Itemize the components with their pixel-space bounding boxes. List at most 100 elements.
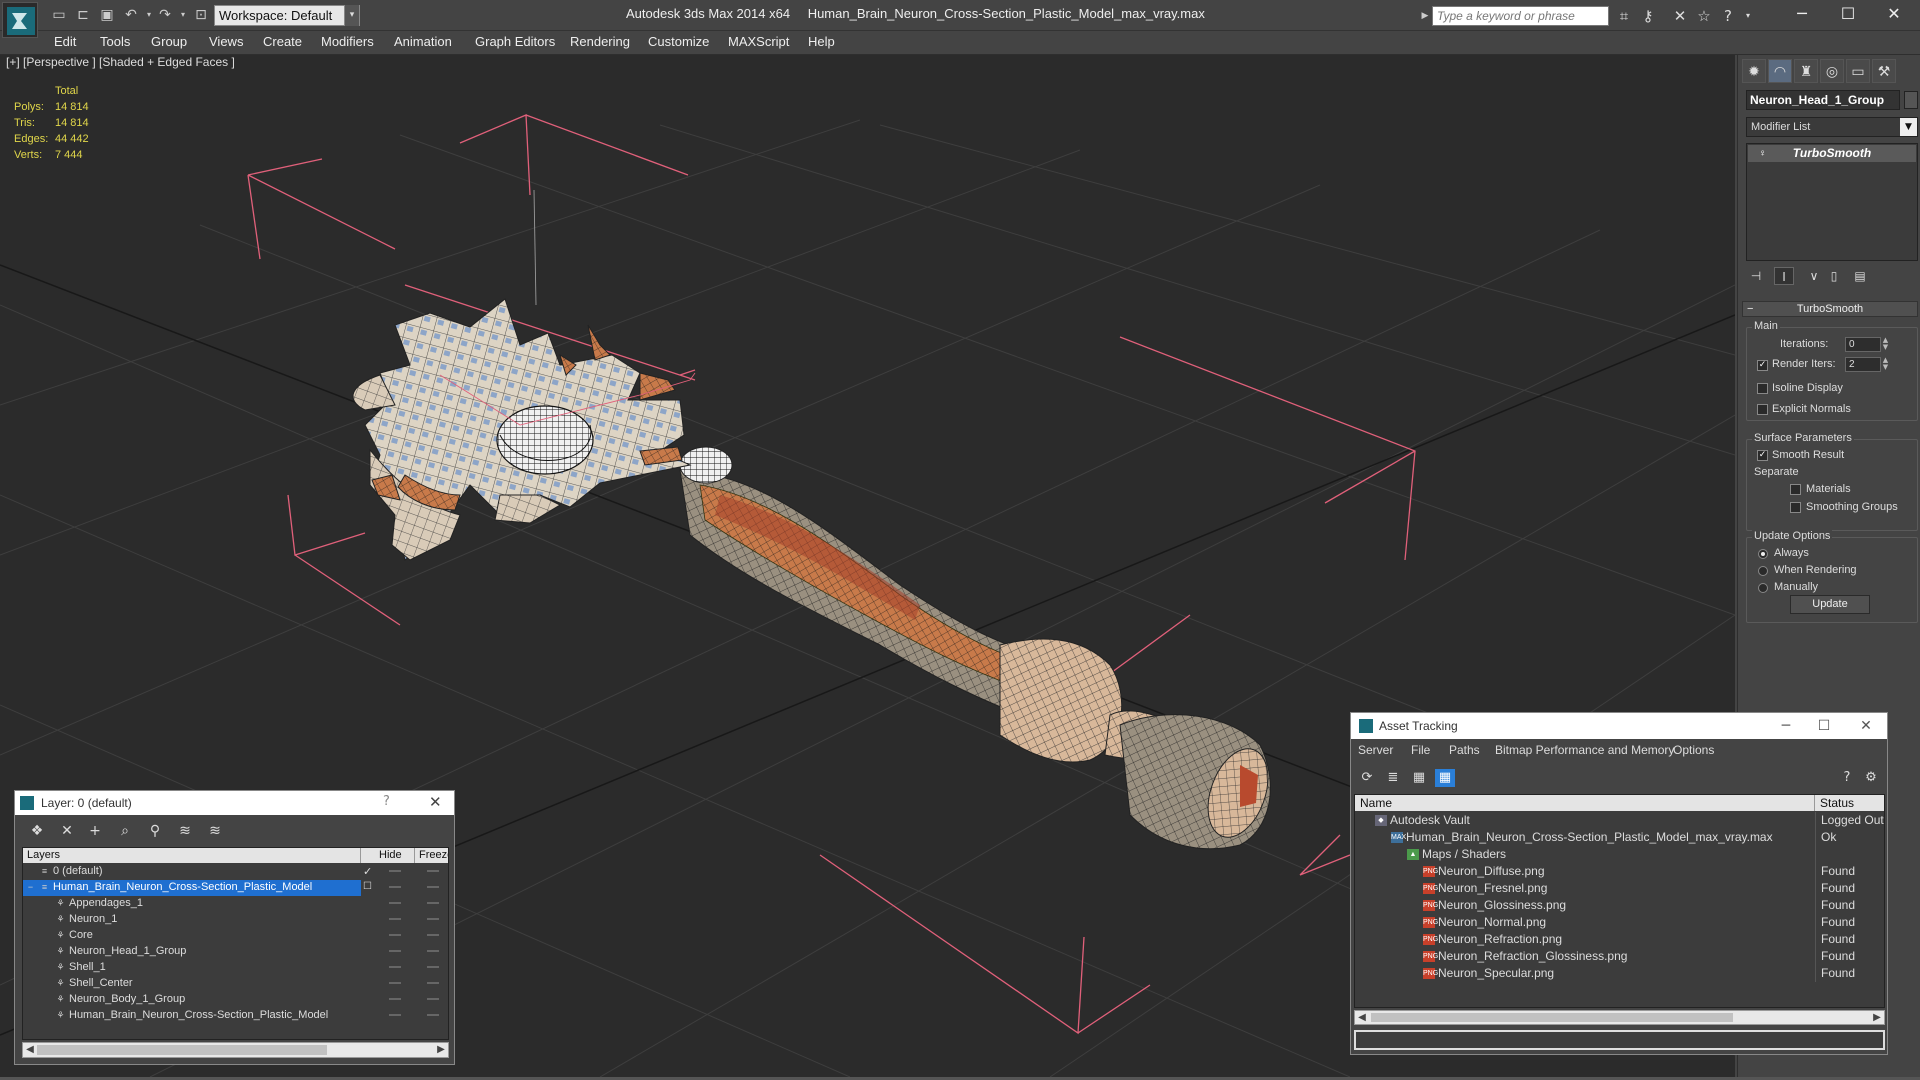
layer-row[interactable]: − ≡ Human_Brain_Neuron_Cross-Section_Plast… <box>23 880 448 896</box>
hide-toggle[interactable] <box>389 886 401 888</box>
asset-row[interactable]: PNG Neuron_Specular.png Found <box>1355 965 1884 982</box>
redo-icon[interactable]: ↷ <box>156 6 174 24</box>
layer-row[interactable]: ≡ 0 (default) ✓ <box>23 864 448 880</box>
show-end-result-icon[interactable]: Ⅰ <box>1774 267 1794 285</box>
scroll-left-icon[interactable]: ◀ <box>23 1043 37 1057</box>
app-menu-button[interactable] <box>2 2 38 38</box>
search-expand-icon[interactable]: ▶ <box>1419 7 1431 25</box>
menu-group[interactable]: Group <box>151 34 187 49</box>
freeze-toggle[interactable] <box>427 886 439 888</box>
modify-tab-icon[interactable]: ◠ <box>1768 59 1792 83</box>
isoline-display-checkbox[interactable] <box>1757 383 1768 394</box>
freeze-toggle[interactable] <box>427 998 439 1000</box>
column-layers[interactable]: Layers <box>23 848 361 863</box>
scrollbar-thumb[interactable] <box>1371 1013 1733 1022</box>
search-input[interactable]: Type a keyword or phrase <box>1432 6 1609 26</box>
hide-toggle[interactable] <box>389 998 401 1000</box>
asset-row[interactable]: ▲ Maps / Shaders <box>1355 846 1884 863</box>
menu-graph-editors[interactable]: Graph Editors <box>475 34 555 49</box>
favorites-star-icon[interactable]: ☆ <box>1694 6 1714 26</box>
asset-dialog-titlebar[interactable]: Asset Tracking ─ ☐ ✕ <box>1351 713 1887 739</box>
vault-settings-icon[interactable]: ⚙ <box>1861 769 1881 787</box>
maximize-button[interactable]: ☐ <box>1826 1 1870 29</box>
layer-row[interactable]: ⚘ Shell_Center <box>23 976 448 992</box>
close-icon[interactable]: ✕ <box>429 793 442 811</box>
configure-modifier-sets-icon[interactable]: ▤ <box>1850 267 1870 285</box>
asset-menu-bitmap-performance[interactable]: Bitmap Performance and Memory <box>1495 743 1674 757</box>
asset-row[interactable]: PNG Neuron_Glossiness.png Found <box>1355 897 1884 914</box>
current-layer-check-icon[interactable]: ✓ <box>363 865 372 878</box>
modifier-stack-item[interactable]: ♀ TurboSmooth <box>1748 145 1916 162</box>
modifier-list-arrow-icon[interactable]: ▼ <box>1900 118 1917 136</box>
hide-toggle[interactable] <box>389 982 401 984</box>
column-hide[interactable]: Hide <box>375 848 415 863</box>
layer-row[interactable]: ⚘ Neuron_1 <box>23 912 448 928</box>
freeze-toggle[interactable] <box>427 966 439 968</box>
make-unique-icon[interactable]: ∨ <box>1804 267 1824 285</box>
layer-row-name-area[interactable]: ⚘ Shell_1 <box>23 960 361 976</box>
freeze-toggle[interactable] <box>427 1014 439 1016</box>
asset-menu-options[interactable]: Options <box>1673 743 1714 757</box>
layer-row[interactable]: ⚘ Neuron_Body_1_Group <box>23 992 448 1008</box>
thumbnail-view-icon[interactable]: ▦ <box>1409 769 1429 787</box>
binoculars-icon[interactable]: ⌗ <box>1614 6 1634 26</box>
hide-toggle[interactable] <box>389 870 401 872</box>
pin-stack-icon[interactable]: ⊣ <box>1746 267 1766 285</box>
smoothing-groups-checkbox[interactable] <box>1790 502 1801 513</box>
layer-row[interactable]: ⚘ Core <box>23 928 448 944</box>
help-dropdown-icon[interactable]: ▾ <box>1738 6 1758 26</box>
object-color-swatch[interactable] <box>1904 91 1918 109</box>
menu-rendering[interactable]: Rendering <box>570 34 630 49</box>
close-window-button[interactable]: ✕ <box>1872 1 1916 29</box>
utilities-tab-icon[interactable]: ⚒ <box>1872 59 1896 83</box>
object-name-field[interactable]: Neuron_Head_1_Group <box>1746 90 1900 110</box>
hierarchy-tab-icon[interactable]: ♜ <box>1794 59 1818 83</box>
asset-row[interactable]: PNG Neuron_Refraction.png Found <box>1355 931 1884 948</box>
close-icon[interactable]: ✕ <box>1851 716 1881 736</box>
menu-views[interactable]: Views <box>209 34 243 49</box>
freeze-toggle[interactable] <box>427 950 439 952</box>
motion-tab-icon[interactable]: ◎ <box>1820 59 1844 83</box>
quick-access-dropdown-icon[interactable]: ▾ <box>345 5 359 26</box>
hide-all-layers-icon[interactable]: ≋ <box>175 822 195 840</box>
layer-row-name-area[interactable]: ⚘ Neuron_1 <box>23 912 361 928</box>
hide-toggle[interactable] <box>389 1014 401 1016</box>
project-folder-icon[interactable]: ⊡ <box>192 6 210 24</box>
asset-menu-server[interactable]: Server <box>1358 743 1393 757</box>
freeze-toggle[interactable] <box>427 934 439 936</box>
layer-row[interactable]: ⚘ Neuron_Head_1_Group <box>23 944 448 960</box>
layer-row-name-area[interactable]: ⚘ Human_Brain_Neuron_Cross-Section_Plasti… <box>23 1008 361 1024</box>
minimize-button[interactable]: ─ <box>1780 1 1824 29</box>
select-objects-icon[interactable]: ⌕ <box>115 822 135 840</box>
menu-modifiers[interactable]: Modifiers <box>321 34 374 49</box>
asset-row[interactable]: PNG Neuron_Fresnel.png Found <box>1355 880 1884 897</box>
column-status[interactable]: Status <box>1815 795 1884 811</box>
column-freeze[interactable]: Freeze <box>415 848 448 863</box>
render-iters-spinner[interactable]: 2 <box>1845 357 1881 372</box>
hide-toggle[interactable] <box>389 934 401 936</box>
asset-row[interactable]: MAX Human_Brain_Neuron_Cross-Section_Plas… <box>1355 829 1884 846</box>
spinner-arrows-icon[interactable]: ▲ ▼ <box>1881 357 1890 372</box>
asset-path-field[interactable] <box>1354 1030 1885 1050</box>
highlight-layer-icon[interactable]: ⚲ <box>145 822 165 840</box>
help-icon[interactable]: ? <box>1718 6 1738 26</box>
lightbulb-icon[interactable]: ♀ <box>1756 147 1768 160</box>
layer-row-name-area[interactable]: ⚘ Core <box>23 928 361 944</box>
asset-horizontal-scrollbar[interactable]: ◀ ▶ <box>1354 1010 1885 1025</box>
menu-animation[interactable]: Animation <box>394 34 452 49</box>
delete-layer-icon[interactable]: ✕ <box>57 822 77 840</box>
iterations-spinner[interactable]: 0 <box>1845 337 1881 352</box>
explicit-normals-checkbox[interactable] <box>1757 404 1768 415</box>
viewport-label[interactable]: [+] [Perspective ] [Shaded + Edged Faces… <box>6 55 235 69</box>
vault-help-icon[interactable]: ? <box>1837 769 1857 787</box>
hide-toggle[interactable] <box>389 902 401 904</box>
redo-dropdown-icon[interactable]: ▾ <box>174 6 192 24</box>
freeze-all-layers-icon[interactable]: ≋ <box>205 822 225 840</box>
column-name[interactable]: Name <box>1355 795 1815 811</box>
freeze-toggle[interactable] <box>427 902 439 904</box>
scroll-left-icon[interactable]: ◀ <box>1355 1011 1369 1025</box>
layer-row[interactable]: ⚘ Shell_1 <box>23 960 448 976</box>
update-button[interactable]: Update <box>1790 595 1870 614</box>
hide-toggle[interactable] <box>389 950 401 952</box>
maximize-button[interactable]: ☐ <box>1809 716 1839 736</box>
